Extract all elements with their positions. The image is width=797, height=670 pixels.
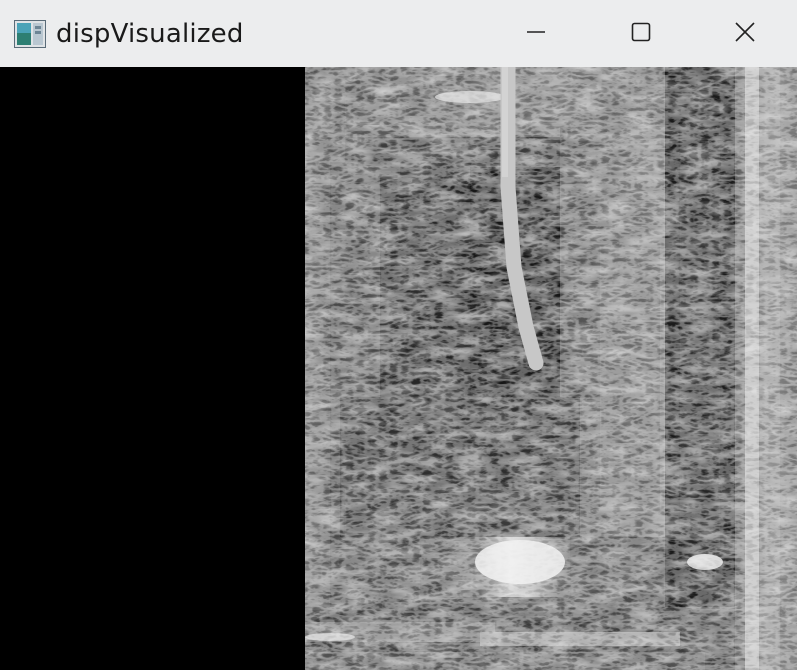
minimize-icon <box>526 22 546 46</box>
maximize-button[interactable] <box>588 0 694 67</box>
opencv-window-icon <box>14 20 46 48</box>
title-bar[interactable]: dispVisualized <box>0 0 797 67</box>
close-button[interactable] <box>693 0 797 67</box>
minimize-button[interactable] <box>483 0 589 67</box>
close-icon <box>734 21 756 47</box>
opencv-window: dispVisualized <box>0 0 797 670</box>
image-canvas[interactable] <box>0 67 797 670</box>
maximize-icon <box>631 22 651 46</box>
disparity-map <box>0 67 797 670</box>
window-title: dispVisualized <box>56 19 244 49</box>
